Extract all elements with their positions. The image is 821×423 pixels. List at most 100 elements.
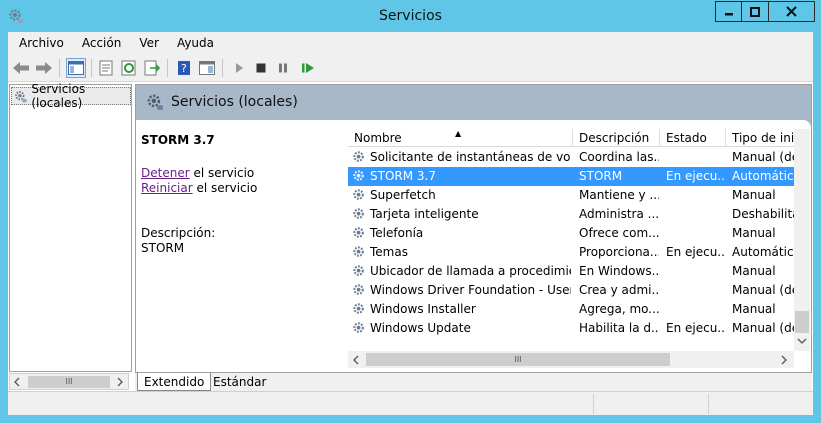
table-row[interactable]: Tarjeta inteligente Administra ... Deshabi… [348, 205, 794, 224]
cell-description: Agrega, mo... [579, 302, 659, 316]
stop-link-suffix: el servicio [189, 166, 255, 180]
scroll-left-icon [14, 377, 20, 387]
properties-button[interactable] [96, 58, 116, 78]
cell-status [666, 281, 726, 300]
cell-startup-type: Manual [732, 226, 776, 240]
forward-button[interactable] [34, 58, 54, 78]
stop-icon [256, 63, 266, 73]
cell-status [666, 300, 726, 319]
tree-scroll-thumb[interactable]: III [28, 376, 110, 388]
forward-arrow-icon [36, 62, 52, 74]
export-list-button[interactable] [142, 58, 162, 78]
restart-service-button[interactable] [298, 58, 318, 78]
maximize-button[interactable] [742, 1, 769, 22]
cell-startup-type: Manual [732, 302, 776, 316]
services-pane: Servicios (locales) STORM 3.7 Detener el… [135, 84, 812, 373]
action-pane-icon [199, 61, 215, 75]
cell-status: En ejecu... [666, 245, 726, 259]
cell-description: Administra ... [579, 207, 659, 221]
window-frame-right [813, 32, 821, 423]
tab-estandar[interactable]: Estándar [207, 373, 272, 391]
table-row[interactable]: Solicitante de instantáneas de volu... Co… [348, 148, 794, 167]
cell-name: Temas [370, 245, 408, 259]
column-header-startup-type[interactable]: Tipo de inic [726, 129, 794, 147]
back-button[interactable] [11, 58, 31, 78]
list-header: Nombre ▲ Descripción Estado Tipo de inic [348, 129, 794, 147]
show-action-pane-button[interactable] [197, 58, 217, 78]
cell-startup-type: Manual (des [732, 150, 794, 164]
table-row[interactable]: STORM 3.7 STORM En ejecu... Automático [348, 167, 794, 186]
menu-accion[interactable]: Acción [71, 36, 128, 50]
service-gear-icon [353, 246, 364, 257]
cell-name: Windows Installer [370, 302, 476, 316]
service-gear-icon [353, 322, 364, 333]
help-icon: ? [178, 61, 190, 75]
minimize-icon [724, 12, 733, 15]
cell-name: Superfetch [370, 188, 436, 202]
close-icon [786, 6, 797, 17]
menu-ver[interactable]: Ver [128, 36, 166, 50]
refresh-button[interactable] [119, 58, 139, 78]
stop-service-button[interactable] [251, 58, 271, 78]
cell-startup-type: Manual [732, 188, 776, 202]
cell-description: STORM [579, 169, 623, 183]
cell-status: En ejecu... [666, 321, 726, 335]
show-console-tree-button[interactable] [66, 58, 86, 78]
column-header-status[interactable]: Estado [660, 129, 726, 147]
cell-status: En ejecu... [666, 169, 726, 183]
console-tree: Servicios (locales) [9, 82, 132, 372]
cell-startup-type: Automático [732, 169, 794, 183]
status-bar [8, 391, 813, 415]
service-gear-icon [353, 208, 364, 219]
table-row[interactable]: Superfetch Mantiene y ... Manual [348, 186, 794, 205]
cell-description: Crea y admi... [579, 283, 659, 297]
menu-ayuda[interactable]: Ayuda [166, 36, 221, 50]
table-row[interactable]: Temas Proporciona... En ejecu... Automático [348, 243, 794, 262]
restart-service-link[interactable]: Reiniciar [141, 181, 193, 195]
list-horizontal-scrollbar[interactable]: III [348, 351, 794, 368]
tree-item-services-local[interactable]: Servicios (locales) [11, 82, 131, 110]
minimize-button[interactable] [715, 1, 742, 22]
cell-description: Mantiene y ... [579, 188, 659, 202]
list-hscroll-thumb[interactable]: III [366, 353, 670, 366]
view-tabs: Extendido Estándar [135, 373, 812, 391]
cell-name: STORM 3.7 [370, 169, 436, 183]
service-details: STORM 3.7 Detener el servicio Reiniciar … [141, 133, 341, 256]
cell-name: Tarjeta inteligente [370, 207, 479, 221]
stop-service-link[interactable]: Detener [141, 166, 190, 180]
table-row[interactable]: Windows Update Habilita la d... En ejecu..… [348, 319, 794, 338]
service-gear-icon [353, 303, 364, 314]
cell-description: En Windows... [579, 264, 659, 278]
window-frame-bottom [0, 415, 821, 423]
cell-name: Solicitante de instantáneas de volu... [370, 150, 571, 164]
service-gear-icon [353, 265, 364, 276]
close-button[interactable] [769, 1, 815, 22]
export-list-icon [144, 60, 160, 76]
list-vscroll-thumb[interactable] [795, 311, 809, 333]
tree-horizontal-scrollbar[interactable]: III [9, 373, 129, 390]
cell-description: Proporciona... [579, 245, 659, 259]
tab-extendido[interactable]: Extendido [137, 373, 212, 391]
service-gear-icon [353, 170, 364, 181]
cell-status [666, 205, 726, 224]
cell-description: Coordina las... [579, 150, 659, 164]
list-vertical-scrollbar[interactable] [794, 129, 810, 351]
pane-body: STORM 3.7 Detener el servicio Reiniciar … [136, 120, 811, 372]
title-bar: Servicios [0, 0, 821, 32]
cell-startup-type: Manual (des [732, 321, 794, 335]
cell-name: Telefonía [370, 226, 424, 240]
pause-service-button[interactable] [273, 58, 293, 78]
cell-name: Ubicador de llamada a procedimient... [370, 264, 571, 278]
start-service-button[interactable] [229, 58, 249, 78]
cell-description: Habilita la d... [579, 321, 659, 335]
table-row[interactable]: Telefonía Ofrece com... Manual [348, 224, 794, 243]
menu-archivo[interactable]: Archivo [8, 36, 71, 50]
table-row[interactable]: Windows Driver Foundation - User-... Crea… [348, 281, 794, 300]
service-gear-icon [353, 227, 364, 238]
pane-title: Servicios (locales) [171, 94, 298, 110]
help-button[interactable]: ? [174, 58, 194, 78]
table-row[interactable]: Windows Installer Agrega, mo... Manual [348, 300, 794, 319]
column-header-description[interactable]: Descripción [573, 129, 660, 147]
table-row[interactable]: Ubicador de llamada a procedimient... En … [348, 262, 794, 281]
cell-description: Ofrece com... [579, 226, 659, 240]
